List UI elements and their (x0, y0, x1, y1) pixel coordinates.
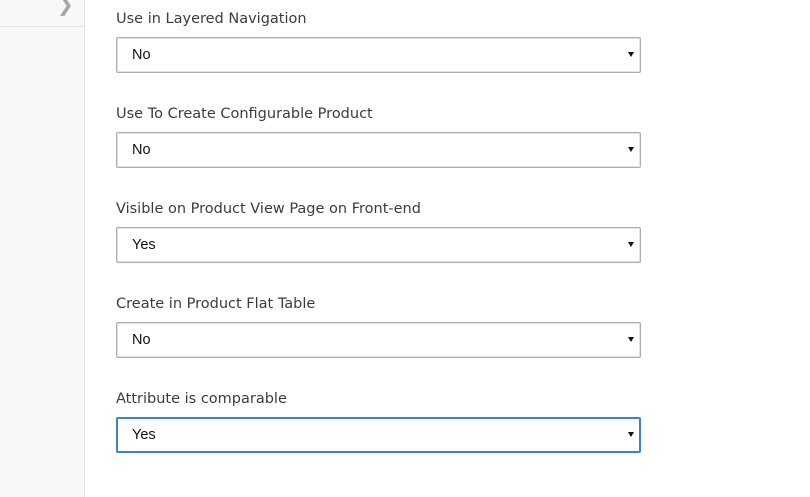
create-in-product-flat-table-select[interactable]: No (116, 322, 641, 358)
select-value: Yes (132, 427, 156, 443)
use-to-create-configurable-product-select[interactable]: No (116, 132, 641, 168)
dropdown-arrow-icon (628, 432, 634, 437)
chevron-right-icon[interactable]: ❯ (57, 0, 74, 14)
dropdown-arrow-icon (628, 147, 634, 152)
visible-on-product-view-page-select[interactable]: Yes (116, 227, 641, 263)
select-value: No (132, 332, 151, 348)
field-label-use-to-create-configurable-product: Use To Create Configurable Product (116, 106, 373, 122)
dropdown-arrow-icon (628, 337, 634, 342)
dropdown-arrow-icon (628, 52, 634, 57)
field-label-visible-on-product-view-page: Visible on Product View Page on Front-en… (116, 201, 421, 217)
field-label-create-in-product-flat-table: Create in Product Flat Table (116, 296, 316, 312)
select-value: No (132, 47, 151, 63)
select-value: No (132, 142, 151, 158)
sidebar-divider (0, 26, 85, 27)
field-label-attribute-is-comparable: Attribute is comparable (116, 391, 287, 407)
attribute-is-comparable-select[interactable]: Yes (116, 417, 641, 453)
select-value: Yes (132, 237, 156, 253)
sidebar: ❯ (0, 0, 85, 497)
use-in-layered-navigation-select[interactable]: No (116, 37, 641, 73)
field-label-use-in-layered-navigation: Use in Layered Navigation (116, 11, 307, 27)
dropdown-arrow-icon (628, 242, 634, 247)
